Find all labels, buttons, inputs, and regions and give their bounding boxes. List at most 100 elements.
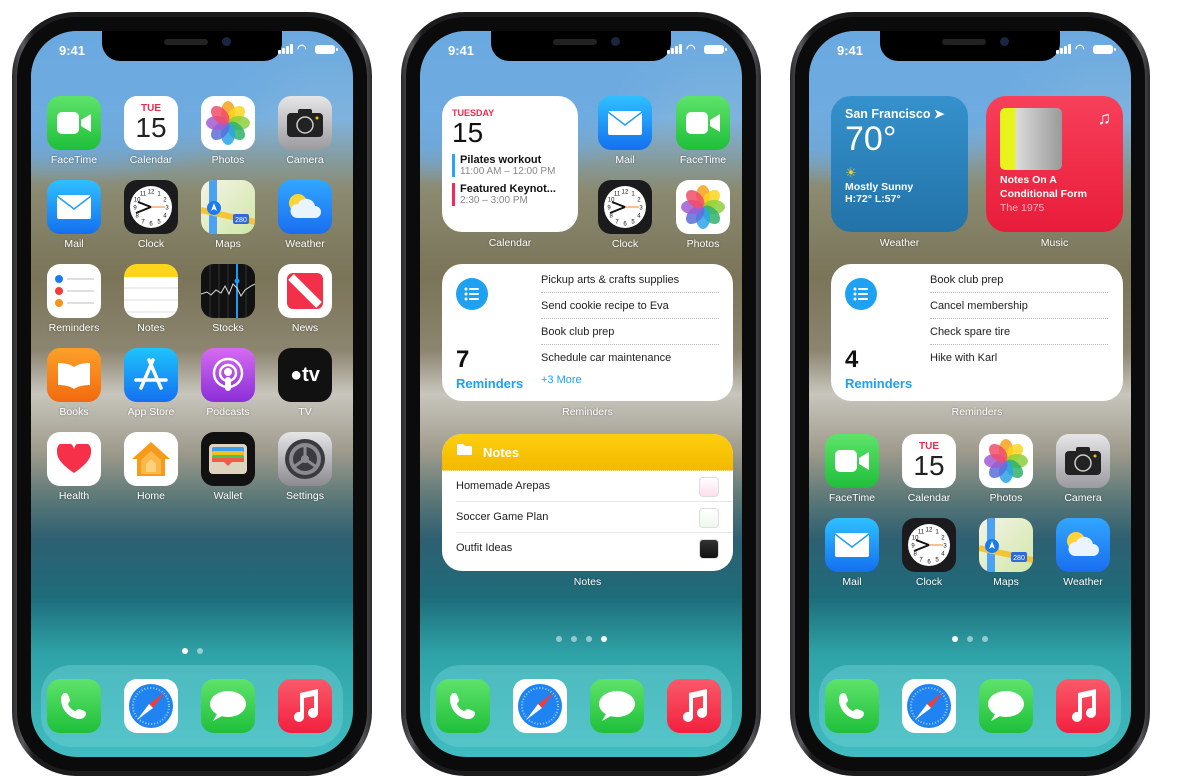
home-screen-1: 9:41 ◠ FaceTime TUE 15 Calendar Photos Camera… xyxy=(31,31,353,757)
dock-messages[interactable] xyxy=(979,679,1033,733)
app-facetime[interactable]: FaceTime xyxy=(47,96,101,166)
app-app-store[interactable]: App Store xyxy=(124,348,178,418)
app-camera[interactable]: Camera xyxy=(1056,434,1110,504)
dock-safari[interactable] xyxy=(513,679,567,733)
dock-phone[interactable] xyxy=(436,679,490,733)
photos-icon xyxy=(979,434,1033,488)
app-wallet[interactable]: Wallet xyxy=(201,432,255,502)
page-indicator[interactable] xyxy=(809,636,1131,642)
note-item[interactable]: Soccer Game Plan xyxy=(456,502,733,533)
app-reminders[interactable]: Reminders xyxy=(47,264,101,334)
reminders-widget[interactable]: 4 Reminders Book club prep Cancel members… xyxy=(831,264,1123,401)
reminders-count: 4 xyxy=(845,346,859,373)
page-indicator[interactable] xyxy=(420,636,742,642)
app-photos[interactable]: Photos xyxy=(201,96,255,166)
weather-widget[interactable]: San Francisco ➤ 70° ☀ Mostly Sunny H:72°… xyxy=(831,96,968,232)
reminder-item[interactable]: Book club prep xyxy=(930,267,1108,293)
app-news[interactable]: News xyxy=(278,264,332,334)
note-item[interactable]: Homemade Arepas xyxy=(456,471,733,502)
page-dot[interactable] xyxy=(952,636,958,642)
app-label: Camera xyxy=(286,154,324,166)
music-widget[interactable]: ♫ Notes On A Conditional Form The 1975 xyxy=(986,96,1123,232)
dock-music[interactable] xyxy=(1056,679,1110,733)
weather-hilo: H:72° L:57° xyxy=(845,193,901,205)
notes-icon xyxy=(124,264,178,318)
app-label: Calendar xyxy=(907,492,951,504)
calendar-widget[interactable]: TUESDAY 15 Pilates workout 11:00 AM – 12:… xyxy=(442,96,578,232)
app-calendar[interactable]: TUE 15 Calendar xyxy=(124,96,178,166)
app-photos[interactable]: Photos xyxy=(676,180,730,250)
app-label: News xyxy=(291,322,319,334)
dock-music[interactable] xyxy=(278,679,332,733)
dock-music[interactable] xyxy=(667,679,721,733)
app-clock[interactable]: 1 2 3 4 5 6 7 8 9 10 11 12 Clock xyxy=(598,180,652,250)
app-camera[interactable]: Camera xyxy=(278,96,332,166)
page-dot[interactable] xyxy=(196,648,203,654)
app-tv[interactable]: ●tv TV xyxy=(278,348,332,418)
dock-messages[interactable] xyxy=(201,679,255,733)
app-label: FaceTime xyxy=(679,154,727,166)
page-indicator[interactable] xyxy=(31,648,353,654)
reminder-item[interactable]: Cancel membership xyxy=(930,293,1108,319)
app-weather[interactable]: Weather xyxy=(1056,518,1110,588)
status-bar: 9:41 ◠ xyxy=(809,41,1131,61)
weather-city: San Francisco xyxy=(845,107,931,121)
calendar-event[interactable]: Pilates workout 11:00 AM – 12:00 PM xyxy=(452,154,568,177)
reminder-item[interactable]: Hike with Karl xyxy=(930,345,1108,371)
dock-phone[interactable] xyxy=(47,679,101,733)
dock-messages[interactable] xyxy=(590,679,644,733)
home-screen-2: 9:41 ◠ TUESDAY 15 Pilates workout 11:00 A… xyxy=(420,31,742,757)
app-mail[interactable]: Mail xyxy=(598,96,652,166)
app-facetime[interactable]: FaceTime xyxy=(676,96,730,166)
page-dot[interactable] xyxy=(585,636,592,642)
app-settings[interactable]: Settings xyxy=(278,432,332,502)
reminder-item[interactable]: Book club prep xyxy=(541,319,719,345)
dock-safari[interactable] xyxy=(902,679,956,733)
reminder-item[interactable]: Schedule car maintenance xyxy=(541,345,719,371)
page-dot[interactable] xyxy=(967,636,973,642)
app-photos[interactable]: Photos xyxy=(979,434,1033,504)
page-dot[interactable] xyxy=(555,636,562,642)
maps-icon: 280 xyxy=(979,518,1033,572)
calendar-widget-date: 15 xyxy=(452,117,484,148)
app-calendar[interactable]: TUE 15 Calendar xyxy=(902,434,956,504)
note-item[interactable]: Outfit Ideas xyxy=(456,533,733,564)
app-mail[interactable]: Mail xyxy=(47,180,101,250)
app-label: FaceTime xyxy=(50,154,98,166)
photos-icon xyxy=(201,96,255,150)
notes-widget[interactable]: Notes Homemade Arepas Soccer Game Plan Out… xyxy=(442,434,733,571)
page-dot[interactable] xyxy=(570,636,577,642)
status-time: 9:41 xyxy=(837,43,864,58)
note-title: Soccer Game Plan xyxy=(456,511,549,523)
calendar-event[interactable]: Featured Keynot... 2:30 – 3:00 PM xyxy=(452,183,568,206)
messages-icon xyxy=(979,679,1033,733)
app-mail[interactable]: Mail xyxy=(825,518,879,588)
app-health[interactable]: Health xyxy=(47,432,101,502)
app-weather[interactable]: Weather xyxy=(278,180,332,250)
page-dot[interactable] xyxy=(600,636,607,642)
app-clock[interactable]: 1 2 3 4 5 6 7 8 9 10 11 12 Clock xyxy=(124,180,178,250)
dock-safari[interactable] xyxy=(124,679,178,733)
app-maps[interactable]: 280 Maps xyxy=(979,518,1033,588)
app-facetime[interactable]: FaceTime xyxy=(825,434,879,504)
page-dot[interactable] xyxy=(181,648,188,654)
reminders-widget[interactable]: 7 Reminders Pickup arts & crafts supplie… xyxy=(442,264,733,401)
maps-icon: 280 xyxy=(201,180,255,234)
app-maps[interactable]: 280 Maps xyxy=(201,180,255,250)
calendar-icon: TUE 15 xyxy=(902,434,956,488)
app-stocks[interactable]: Stocks xyxy=(201,264,255,334)
reminder-item[interactable]: Check spare tire xyxy=(930,319,1108,345)
app-notes[interactable]: Notes xyxy=(124,264,178,334)
reminders-more-link[interactable]: +3 More xyxy=(541,374,582,386)
dock-phone[interactable] xyxy=(825,679,879,733)
app-clock[interactable]: 1 2 3 4 5 6 7 8 9 10 11 12 Clock xyxy=(902,518,956,588)
app-home[interactable]: Home xyxy=(124,432,178,502)
reminder-item[interactable]: Pickup arts & crafts supplies xyxy=(541,267,719,293)
album-art[interactable] xyxy=(1000,108,1062,170)
facetime-icon xyxy=(676,96,730,150)
news-icon xyxy=(278,264,332,318)
app-podcasts[interactable]: Podcasts xyxy=(201,348,255,418)
reminder-item[interactable]: Send cookie recipe to Eva xyxy=(541,293,719,319)
app-books[interactable]: Books xyxy=(47,348,101,418)
page-dot[interactable] xyxy=(982,636,988,642)
